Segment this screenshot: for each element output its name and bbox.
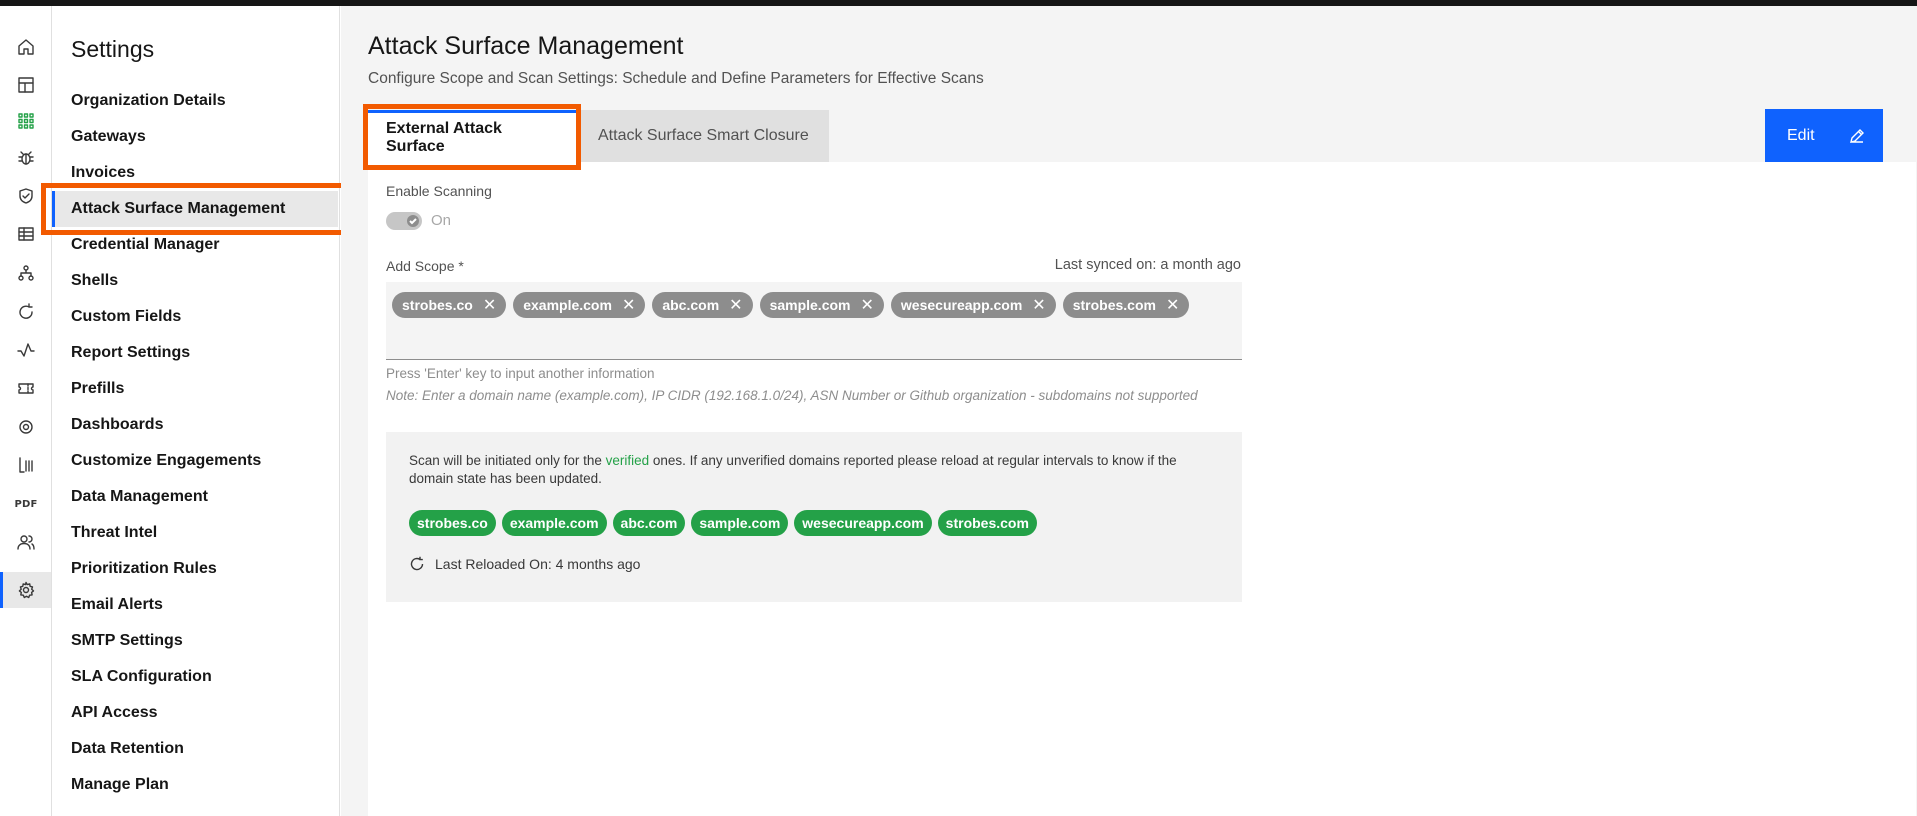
sidebar-item-prioritization-rules[interactable]: Prioritization Rules (52, 551, 339, 587)
toggle-knob (407, 215, 419, 227)
sidebar-item-attack-surface-management[interactable]: Attack Surface Management (52, 191, 338, 227)
icon-rail: PDF (0, 6, 52, 816)
sidebar-item-report-settings[interactable]: Report Settings (52, 335, 339, 371)
scope-chip-label: strobes.com (1072, 297, 1156, 313)
sidebar-item-data-retention[interactable]: Data Retention (52, 731, 339, 767)
scope-chip-label: example.com (523, 297, 612, 313)
dashboard-icon[interactable] (14, 73, 38, 97)
toggle-state-text: On (431, 212, 452, 229)
table-icon[interactable] (14, 222, 38, 246)
sidebar-title: Settings (71, 36, 155, 62)
scope-chip-label: sample.com (769, 297, 851, 313)
sidebar-item-prefills[interactable]: Prefills (52, 371, 339, 407)
scope-hint-enter: Press 'Enter' key to input another infor… (386, 366, 655, 381)
scope-chip-label: wesecureapp.com (900, 297, 1023, 313)
pdf-icon[interactable]: PDF (14, 492, 38, 516)
verified-chip: wesecureapp.com (794, 510, 932, 536)
scope-chip: strobes.com ✕ (1062, 292, 1190, 318)
check-icon (409, 218, 417, 225)
scope-input[interactable]: strobes.co ✕ example.com ✕ abc.com ✕ sample… (386, 282, 1242, 360)
settings-icon[interactable] (14, 578, 38, 602)
reload-icon[interactable] (409, 556, 425, 572)
last-reloaded-text: Last Reloaded On: 4 months ago (435, 556, 641, 572)
report-icon[interactable] (14, 453, 38, 477)
sidebar-item-api-access[interactable]: API Access (52, 695, 339, 731)
activity-icon[interactable] (14, 338, 38, 362)
enable-scanning-label: Enable Scanning (386, 183, 492, 199)
users-icon[interactable] (14, 530, 38, 554)
scope-chip-label: abc.com (662, 297, 720, 313)
info-text-before: Scan will be initiated only for the (409, 453, 606, 468)
verification-info-text: Scan will be initiated only for the veri… (409, 452, 1219, 488)
last-reloaded[interactable]: Last Reloaded On: 4 months ago (409, 556, 640, 572)
sidebar-item-gateways[interactable]: Gateways (52, 119, 339, 155)
verified-chip: sample.com (691, 510, 789, 536)
sidebar-item-organization-details[interactable]: Organization Details (52, 83, 339, 119)
scope-chip: example.com ✕ (513, 292, 646, 318)
scan-icon[interactable] (14, 415, 38, 439)
verified-chip: strobes.co (409, 510, 496, 536)
network-icon[interactable] (14, 261, 38, 285)
sidebar-item-threat-intel[interactable]: Threat Intel (52, 515, 339, 551)
close-icon[interactable]: ✕ (483, 295, 496, 315)
sidebar-item-custom-fields[interactable]: Custom Fields (52, 299, 339, 335)
apps-icon[interactable] (14, 109, 38, 133)
sidebar-item-customize-engagements[interactable]: Customize Engagements (52, 443, 339, 479)
sidebar-item-dashboards[interactable]: Dashboards (52, 407, 339, 443)
verification-info-box: Scan will be initiated only for the veri… (386, 432, 1242, 602)
close-icon[interactable]: ✕ (1166, 295, 1179, 315)
ticket-icon[interactable] (14, 376, 38, 400)
sidebar-item-smtp-settings[interactable]: SMTP Settings (52, 623, 339, 659)
bug-icon[interactable] (14, 146, 38, 170)
sidebar-item-invoices[interactable]: Invoices (52, 155, 339, 191)
sidebar-item-shells[interactable]: Shells (52, 263, 339, 299)
settings-sidebar: Settings Organization Details Gateways I… (52, 6, 340, 816)
close-icon[interactable]: ✕ (622, 295, 635, 315)
scope-chip: wesecureapp.com ✕ (890, 292, 1056, 318)
scope-chip-label: strobes.co (402, 297, 473, 313)
rail-active-indicator (0, 572, 3, 608)
verified-chip: strobes.com (937, 510, 1037, 536)
form-area: Enable Scanning On Add Scope * Last sync… (341, 6, 1917, 816)
scope-chip: sample.com ✕ (759, 292, 884, 318)
refresh-icon[interactable] (14, 300, 38, 324)
add-scope-label: Add Scope * (386, 258, 464, 274)
sidebar-item-manage-plan[interactable]: Manage Plan (52, 767, 339, 803)
sidebar-item-email-alerts[interactable]: Email Alerts (52, 587, 339, 623)
scope-chip: abc.com ✕ (652, 292, 753, 318)
shield-check-icon[interactable] (14, 184, 38, 208)
home-icon[interactable] (14, 35, 38, 59)
sidebar-item-sla-configuration[interactable]: SLA Configuration (52, 659, 339, 695)
verified-chip-row: strobes.co example.com abc.com sample.co… (409, 510, 1037, 536)
scope-chip: strobes.co ✕ (392, 292, 507, 318)
verified-chip: example.com (501, 510, 607, 536)
close-icon[interactable]: ✕ (1032, 295, 1045, 315)
last-synced-text: Last synced on: a month ago (1054, 257, 1241, 273)
scope-hint-note: Note: Enter a domain name (example.com),… (386, 388, 1198, 403)
verified-word: verified (605, 453, 650, 468)
sidebar-item-data-management[interactable]: Data Management (52, 479, 339, 515)
sidebar-item-credential-manager[interactable]: Credential Manager (52, 227, 339, 263)
close-icon[interactable]: ✕ (729, 295, 742, 315)
enable-scanning-toggle[interactable] (386, 212, 422, 230)
close-icon[interactable]: ✕ (861, 295, 874, 315)
verified-chip: abc.com (612, 510, 686, 536)
